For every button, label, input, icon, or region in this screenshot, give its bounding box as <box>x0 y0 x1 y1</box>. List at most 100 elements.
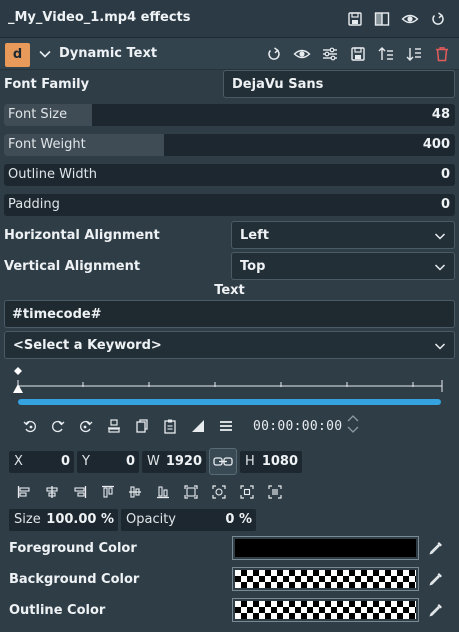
chevron-down-icon <box>434 233 446 240</box>
text-input-value: #timecode# <box>12 307 102 322</box>
save-preset-icon[interactable] <box>346 10 364 28</box>
timecode-field[interactable]: 00:00:00:00 <box>253 419 342 434</box>
y-position-field[interactable]: Y 0 <box>77 451 139 473</box>
reset-icon[interactable] <box>265 45 283 63</box>
outline-width-slider[interactable]: Outline Width 0 <box>4 164 455 186</box>
vertical-alignment-combo[interactable]: Top <box>231 252 455 280</box>
font-weight-slider[interactable]: Font Weight 400 <box>4 134 455 156</box>
fit-width-icon[interactable] <box>212 485 226 499</box>
copy-keyframe-icon[interactable] <box>134 418 150 434</box>
previous-keyframe-icon[interactable] <box>22 418 38 434</box>
font-family-value: DejaVu Sans <box>232 77 324 92</box>
horizontal-alignment-label: Horizontal Alignment <box>4 228 160 243</box>
center-keyframe-icon[interactable] <box>106 418 122 434</box>
padding-slider[interactable]: Padding 0 <box>4 194 455 216</box>
keyframe-interpolation-icon[interactable] <box>190 418 206 434</box>
chevron-down-icon <box>434 343 446 350</box>
next-keyframe-icon[interactable] <box>78 418 94 434</box>
effect-badge: d <box>5 43 30 67</box>
link-icon <box>213 457 233 466</box>
timeline-progress-bar[interactable] <box>18 399 441 405</box>
field-value: 0 <box>60 454 70 469</box>
slider-label: Font Weight <box>8 137 86 152</box>
x-position-field[interactable]: X 0 <box>9 451 74 473</box>
font-size-slider[interactable]: Font Size 48 <box>4 104 455 126</box>
fit-frame-icon[interactable] <box>184 485 198 499</box>
foreground-color-swatch[interactable] <box>232 536 419 560</box>
background-color-label: Background Color <box>9 572 140 587</box>
chevron-down-icon <box>434 264 446 271</box>
timecode-spinner-icon[interactable] <box>346 414 360 434</box>
slider-label: Font Size <box>8 107 68 122</box>
field-label: Opacity <box>126 512 177 527</box>
text-input[interactable]: #timecode# <box>4 300 455 328</box>
background-color-swatch[interactable] <box>232 567 419 591</box>
slider-label: Padding <box>8 197 60 212</box>
font-family-combo[interactable]: DejaVu Sans <box>223 70 455 98</box>
split-compare-icon[interactable] <box>373 10 391 28</box>
outline-color-label: Outline Color <box>9 603 106 618</box>
slider-value: 0 <box>440 197 450 212</box>
vertical-alignment-label: Vertical Alignment <box>4 259 141 274</box>
playhead-marker[interactable] <box>13 384 23 393</box>
keyframe-marker[interactable] <box>14 367 22 375</box>
field-value: 100.00 % <box>46 512 114 527</box>
color-picker-icon[interactable] <box>428 602 444 618</box>
opacity-field[interactable]: Opacity 0 % <box>121 509 256 531</box>
slider-value: 400 <box>422 137 450 152</box>
field-label: Y <box>82 454 90 469</box>
font-family-label: Font Family <box>4 77 90 92</box>
reset-icon[interactable] <box>429 10 447 28</box>
color-picker-icon[interactable] <box>428 540 444 556</box>
field-value: 1080 <box>261 454 298 469</box>
color-fill <box>235 601 416 619</box>
horizontal-alignment-value: Left <box>240 228 269 243</box>
menu-icon[interactable] <box>218 418 234 434</box>
move-up-icon[interactable] <box>377 45 395 63</box>
original-size-icon[interactable] <box>268 485 282 499</box>
add-keyframe-icon[interactable] <box>50 418 66 434</box>
keyword-combo[interactable]: <Select a Keyword> <box>4 331 455 359</box>
slider-value: 0 <box>440 167 450 182</box>
lock-ratio-button[interactable] <box>209 448 237 475</box>
eye-icon[interactable] <box>401 10 419 28</box>
field-label: W <box>147 454 160 469</box>
field-label: X <box>14 454 23 469</box>
effect-name: Dynamic Text <box>59 46 158 61</box>
settings-sliders-icon[interactable] <box>321 45 339 63</box>
eye-icon[interactable] <box>293 45 311 63</box>
chevron-down-icon[interactable] <box>38 47 52 61</box>
paste-keyframe-icon[interactable] <box>162 418 178 434</box>
width-field[interactable]: W 1920 <box>142 451 206 473</box>
align-hcenter-icon[interactable] <box>45 485 59 499</box>
move-down-icon[interactable] <box>405 45 423 63</box>
slider-label: Outline Width <box>8 167 97 182</box>
delete-icon[interactable] <box>433 45 451 63</box>
height-field[interactable]: H 1080 <box>240 451 302 473</box>
align-left-icon[interactable] <box>17 485 31 499</box>
field-value: 0 <box>125 454 135 469</box>
fit-height-icon[interactable] <box>240 485 254 499</box>
align-vcenter-icon[interactable] <box>128 485 142 499</box>
foreground-color-label: Foreground Color <box>9 541 137 556</box>
color-fill <box>235 570 416 588</box>
keyword-placeholder: <Select a Keyword> <box>13 338 162 353</box>
align-top-icon[interactable] <box>101 485 115 499</box>
vertical-alignment-value: Top <box>240 259 266 274</box>
panel-title: _My_Video_1.mp4 effects <box>8 10 191 25</box>
horizontal-alignment-combo[interactable]: Left <box>231 221 455 249</box>
save-icon[interactable] <box>349 45 367 63</box>
field-value: 0 % <box>225 512 252 527</box>
size-field[interactable]: Size 100.00 % <box>9 509 118 531</box>
field-value: 1920 <box>165 454 202 469</box>
text-heading: Text <box>214 283 245 298</box>
color-fill <box>235 539 416 557</box>
color-picker-icon[interactable] <box>428 571 444 587</box>
field-label: Size <box>14 512 41 527</box>
outline-color-swatch[interactable] <box>232 598 419 622</box>
align-bottom-icon[interactable] <box>156 485 170 499</box>
field-label: H <box>245 454 255 469</box>
keyframe-ruler[interactable] <box>10 366 450 396</box>
slider-value: 48 <box>431 107 450 122</box>
align-right-icon[interactable] <box>73 485 87 499</box>
